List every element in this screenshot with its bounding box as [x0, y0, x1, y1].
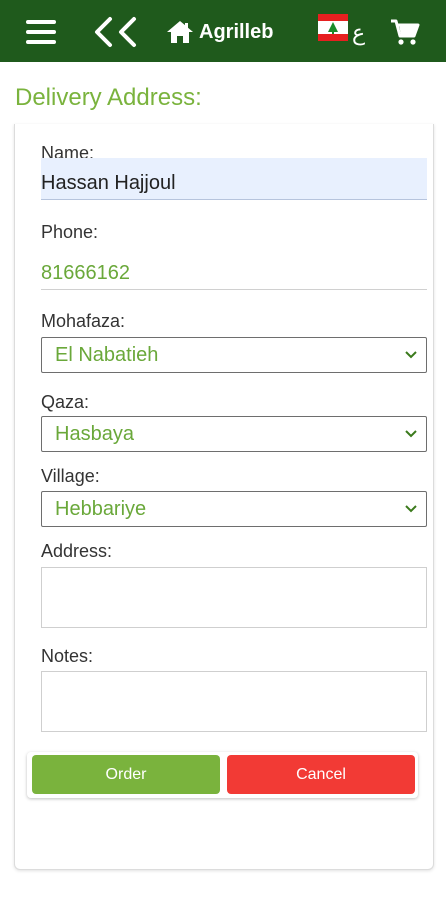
- shopping-cart-icon[interactable]: [390, 18, 420, 46]
- mohafaza-selected-value: El Nabatieh: [55, 344, 159, 366]
- qaza-label: Qaza:: [41, 392, 90, 412]
- phone-label: Phone:: [41, 222, 99, 242]
- hamburger-menu-icon[interactable]: [26, 20, 58, 44]
- home-link[interactable]: Agrilleb: [166, 18, 273, 46]
- page-title: Delivery Address:: [15, 84, 202, 111]
- language-toggle[interactable]: ع: [352, 22, 365, 44]
- village-select[interactable]: Hebbariye: [41, 491, 427, 527]
- village-selected-value: Hebbariye: [55, 498, 147, 520]
- mohafaza-select[interactable]: El Nabatieh: [41, 337, 427, 373]
- mohafaza-label: Mohafaza:: [41, 311, 126, 331]
- notes-label: Notes:: [41, 646, 94, 666]
- qaza-select[interactable]: Hasbaya: [41, 416, 427, 452]
- top-app-bar: Agrilleb ع: [0, 0, 446, 62]
- lebanon-flag-icon[interactable]: [318, 14, 348, 41]
- home-icon: [167, 21, 193, 43]
- address-textarea[interactable]: [41, 567, 427, 628]
- qaza-selected-value: Hasbaya: [55, 423, 134, 445]
- double-chevron-left-icon[interactable]: [92, 16, 140, 48]
- phone-field[interactable]: 81666162: [41, 255, 427, 290]
- address-label: Address:: [41, 541, 113, 561]
- notes-textarea[interactable]: [41, 671, 427, 732]
- chevron-down-icon: [405, 430, 417, 438]
- chevron-down-icon: [405, 351, 417, 359]
- brand-name: Agrilleb: [199, 20, 274, 43]
- village-label: Village:: [41, 466, 100, 486]
- cancel-button[interactable]: Cancel: [227, 755, 415, 794]
- name-field[interactable]: Hassan Hajjoul: [41, 158, 427, 200]
- order-button[interactable]: Order: [32, 755, 220, 794]
- action-button-bar: Order Cancel: [27, 752, 418, 798]
- chevron-down-icon: [405, 505, 417, 513]
